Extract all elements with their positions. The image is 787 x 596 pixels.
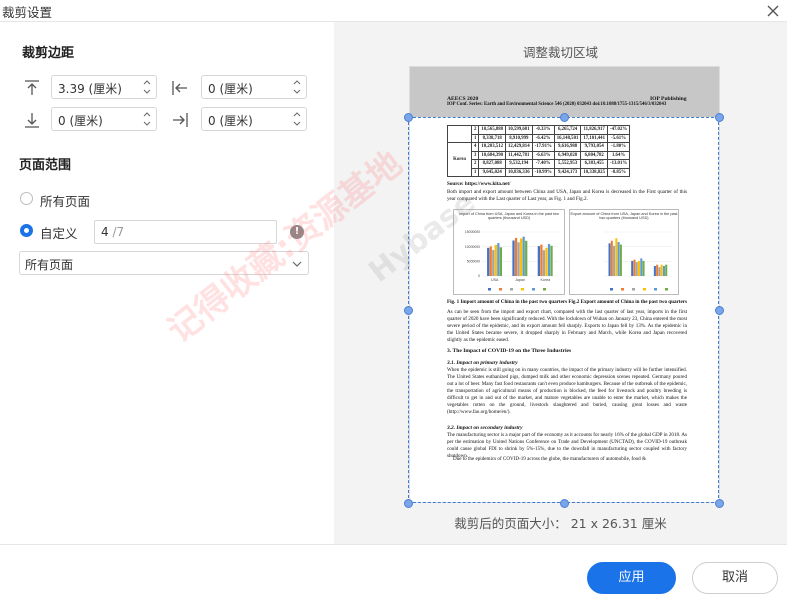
crop-handle-bottom-right[interactable] xyxy=(715,499,724,508)
margins-section-title: 裁剪边距 xyxy=(22,46,75,61)
preview-panel: 调整裁切区域 AEECS 2020 IOP Publishing IOP Con… xyxy=(334,22,787,544)
radio-button[interactable] xyxy=(20,192,33,205)
crop-rectangle[interactable] xyxy=(408,117,719,503)
settings-panel: 裁剪边距 3.39 (厘米) 0 (厘米) 0 (厘米) 0 (厘米) 页面范围… xyxy=(0,22,334,544)
custom-pages-input[interactable]: 4 /7 xyxy=(94,220,277,244)
crop-handle-top-left[interactable] xyxy=(404,113,413,122)
margin-bottom-icon xyxy=(25,113,39,128)
crop-handle-top-right[interactable] xyxy=(715,113,724,122)
page-range-section-title: 页面范围 xyxy=(19,158,72,173)
close-icon[interactable] xyxy=(763,1,783,21)
margin-bottom-input[interactable]: 0 (厘米) xyxy=(51,107,157,131)
stepper-arrows-icon[interactable] xyxy=(292,110,302,128)
margin-left-input[interactable]: 0 (厘米) xyxy=(201,75,307,99)
cancel-button[interactable]: 取消 xyxy=(692,562,778,594)
apply-button[interactable]: 应用 xyxy=(587,562,676,594)
preview-title: 调整裁切区域 xyxy=(522,45,598,60)
margin-right-input[interactable]: 0 (厘米) xyxy=(201,107,307,131)
cropped-size-label: 裁剪后的页面大小： 21 x 26.31 厘米 xyxy=(454,516,667,531)
page-subset-select[interactable]: 所有页面 xyxy=(19,251,309,275)
info-icon[interactable]: ! xyxy=(290,225,304,239)
stepper-arrows-icon[interactable] xyxy=(142,78,152,96)
stepper-arrows-icon[interactable] xyxy=(142,110,152,128)
crop-settings-dialog: 裁剪设置 裁剪边距 3.39 (厘米) 0 (厘米) 0 (厘米) 0 (厘米)… xyxy=(0,0,787,596)
radio-button-selected[interactable] xyxy=(20,224,33,237)
crop-handle-left[interactable] xyxy=(404,306,413,315)
crop-handle-bottom-left[interactable] xyxy=(404,499,413,508)
radio-all-pages[interactable]: 所有页面 xyxy=(20,190,140,209)
crop-handle-top[interactable] xyxy=(560,113,569,122)
margin-left-icon xyxy=(172,81,187,95)
dialog-title: 裁剪设置 xyxy=(2,5,53,20)
dialog-footer: 应用 取消 xyxy=(0,544,787,596)
margin-top-icon xyxy=(25,80,39,95)
stepper-arrows-icon[interactable] xyxy=(292,78,302,96)
doc-header-line2: IOP Conf. Series: Earth and Environmenta… xyxy=(447,102,667,107)
margin-right-icon xyxy=(173,113,188,127)
cropped-area-overlay xyxy=(410,67,719,117)
chevron-down-icon xyxy=(292,261,302,267)
title-bar: 裁剪设置 xyxy=(0,0,787,22)
crop-handle-right[interactable] xyxy=(715,306,724,315)
radio-custom[interactable]: 自定义 xyxy=(20,222,90,241)
crop-handle-bottom[interactable] xyxy=(560,499,569,508)
margin-top-input[interactable]: 3.39 (厘米) xyxy=(51,75,157,99)
